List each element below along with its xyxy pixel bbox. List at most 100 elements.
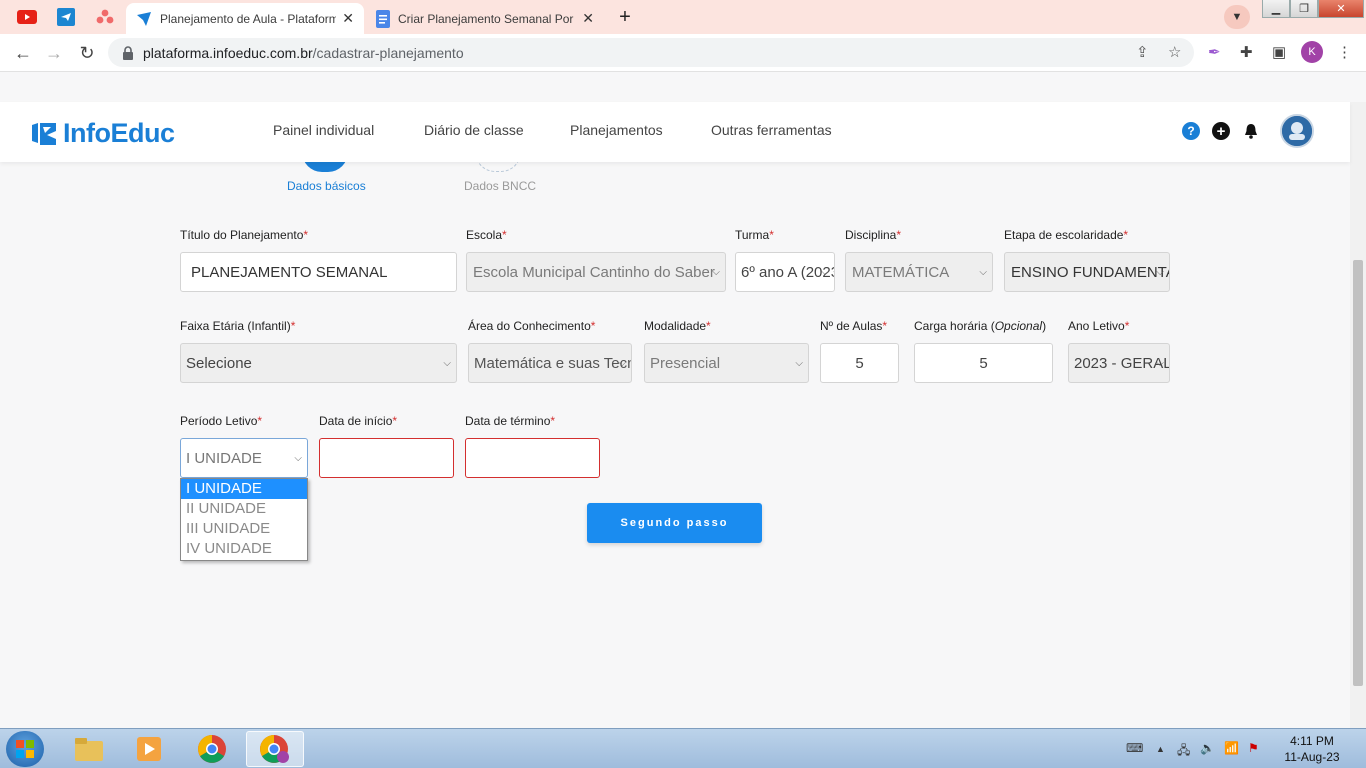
reload-icon: ↻ [79, 42, 95, 63]
minimize-icon: ▁ [1271, 3, 1281, 15]
chevron-down-icon: ⌵ [979, 267, 987, 278]
youtube-icon [17, 10, 37, 24]
network-icon[interactable]: 🖧 [1177, 741, 1190, 762]
nav-diario-de-classe[interactable]: Diário de classe [424, 122, 524, 138]
windows-logo-icon [16, 740, 34, 758]
chevron-down-icon: ⌵ [795, 358, 803, 369]
nav-painel-individual[interactable]: Painel individual [273, 122, 374, 138]
minimize-button[interactable]: ▁ [1262, 0, 1290, 18]
share-icon[interactable]: ⇪ [1136, 43, 1149, 61]
arrow-left-icon: ← [14, 42, 32, 63]
user-avatar[interactable] [1280, 114, 1314, 148]
scrollbar-thumb[interactable] [1353, 260, 1363, 686]
close-window-button[interactable]: ✕ [1318, 0, 1364, 18]
user-photo-icon [1282, 116, 1312, 146]
notification-bell-icon[interactable] [1242, 122, 1260, 140]
clock-time: 4:11 PM [1290, 734, 1334, 748]
folder-icon [75, 738, 103, 761]
step-dados-basicos[interactable]: Dados básicos [287, 179, 366, 193]
signal-icon[interactable]: 📶 [1224, 741, 1239, 755]
chevron-down-icon: ⌵ [712, 267, 720, 278]
chevron-down-icon: ⌵ [294, 453, 302, 464]
taskbar-explorer[interactable] [60, 731, 118, 767]
extensions-puzzle-icon[interactable]: ✚ [1240, 43, 1253, 61]
disciplina-label: Disciplina* [845, 228, 902, 242]
close-icon: ✕ [1336, 3, 1346, 15]
taskbar-chrome-profile[interactable] [246, 731, 304, 767]
nav-outras-ferramentas[interactable]: Outras ferramentas [711, 122, 832, 138]
periodo-option[interactable]: IV UNIDADE [181, 539, 307, 559]
step-dados-bncc[interactable]: Dados BNCC [464, 179, 536, 193]
aulas-input[interactable]: 5 [820, 343, 899, 383]
periodo-option[interactable]: I UNIDADE [181, 479, 307, 499]
volume-icon[interactable]: 🔈 [1200, 741, 1215, 755]
browser-toolbar: ← → ↻ plataforma.infoeduc.com.br/cadastr… [0, 34, 1366, 72]
address-bar[interactable]: plataforma.infoeduc.com.br/cadastrar-pla… [108, 38, 1194, 67]
help-icon[interactable]: ? [1182, 122, 1200, 140]
asana-pinned-tab[interactable] [88, 4, 122, 30]
faixa-select[interactable]: Selecione ⌵ [180, 343, 457, 383]
profile-avatar[interactable]: K [1301, 41, 1323, 63]
maximize-button[interactable]: ❐ [1290, 0, 1318, 18]
etapa-select[interactable]: ENSINO FUNDAMENTAL ⌵ [1004, 252, 1170, 292]
bell-icon [1245, 124, 1257, 139]
periodo-option[interactable]: II UNIDADE [181, 499, 307, 519]
area-label: Área do Conhecimento* [468, 319, 596, 333]
tab-criar-planejamento[interactable]: Criar Planejamento Semanal Por Unidade ✕ [366, 3, 604, 34]
termino-label: Data de término* [465, 414, 556, 428]
area-select[interactable]: Matemática e suas Tecnologias⌵ [468, 343, 632, 383]
chrome-icon [198, 735, 226, 763]
carga-input[interactable]: 5 [914, 343, 1053, 383]
turma-select[interactable]: 6º ano A (2023) ⌵ [735, 252, 835, 292]
media-player-icon [137, 737, 161, 761]
add-icon[interactable]: + [1212, 122, 1230, 140]
reload-button[interactable]: ↻ [74, 41, 100, 65]
windows-taskbar: ⌨ ▲ 🖧 🔈 📶 ⚑ 4:11 PM 11-Aug-23 [0, 728, 1366, 768]
periodo-dropdown-list: I UNIDADE II UNIDADE III UNIDADE IV UNID… [180, 478, 308, 561]
feather-extension-icon[interactable]: ✒ [1208, 43, 1221, 61]
clock-date: 11-Aug-23 [1284, 750, 1340, 764]
disciplina-select[interactable]: MATEMÁTICA ⌵ [845, 252, 993, 292]
periodo-option[interactable]: III UNIDADE [181, 519, 307, 539]
modalidade-label: Modalidade* [644, 319, 711, 333]
data-inicio-input[interactable] [319, 438, 454, 478]
keyboard-icon[interactable]: ⌨ [1126, 741, 1143, 755]
kebab-menu-icon[interactable]: ⋮ [1337, 43, 1352, 61]
telegram-pinned-tab[interactable] [49, 4, 83, 30]
new-tab-button[interactable]: + [612, 5, 638, 29]
escola-select[interactable]: Escola Municipal Cantinho do Saber ⌵ [466, 252, 726, 292]
tab-search-button[interactable]: ▼ [1224, 5, 1250, 29]
close-tab-icon[interactable]: ✕ [582, 10, 594, 27]
system-clock[interactable]: 4:11 PM 11-Aug-23 [1280, 733, 1344, 765]
carga-label: Carga horária (Opcional) [914, 319, 1047, 333]
data-termino-input[interactable] [465, 438, 600, 478]
show-hidden-icons-icon[interactable]: ▲ [1156, 744, 1165, 754]
taskbar-media-player[interactable] [120, 731, 178, 767]
bookmark-star-icon[interactable]: ☆ [1168, 43, 1181, 61]
infoeduc-logo[interactable]: InfoEduc [31, 118, 175, 149]
restore-icon: ❐ [1299, 3, 1309, 15]
asana-icon [96, 9, 114, 24]
ano-select[interactable]: 2023 - GERAL ⌵ [1068, 343, 1170, 383]
back-button[interactable]: ← [10, 41, 36, 65]
arrow-right-icon: → [45, 42, 63, 63]
titulo-label: Título do Planejamento* [180, 228, 309, 242]
chevron-down-icon: ▼ [1231, 11, 1243, 23]
youtube-pinned-tab[interactable] [10, 4, 44, 30]
flag-alert-icon[interactable]: ⚑ [1248, 741, 1259, 755]
tab-planejamento[interactable]: Planejamento de Aula - Plataforma InfoEd… [126, 3, 364, 34]
titulo-input[interactable]: PLANEJAMENTO SEMANAL [180, 252, 457, 292]
forward-button[interactable]: → [41, 41, 67, 65]
start-button[interactable] [6, 731, 44, 767]
segundo-passo-button[interactable]: Segundo passo [587, 503, 762, 543]
periodo-select[interactable]: I UNIDADE ⌵ [180, 438, 308, 478]
nav-planejamentos[interactable]: Planejamentos [570, 122, 663, 138]
page-scrollbar[interactable] [1350, 102, 1366, 728]
chevron-down-icon: ⌵ [443, 358, 451, 369]
taskbar-chrome[interactable] [183, 731, 241, 767]
inicio-label: Data de início* [319, 414, 398, 428]
url-path: /cadastrar-planejamento [312, 44, 464, 61]
modalidade-select[interactable]: Presencial ⌵ [644, 343, 809, 383]
close-tab-icon[interactable]: ✕ [342, 10, 354, 27]
side-panel-icon[interactable]: ▣ [1272, 43, 1286, 61]
